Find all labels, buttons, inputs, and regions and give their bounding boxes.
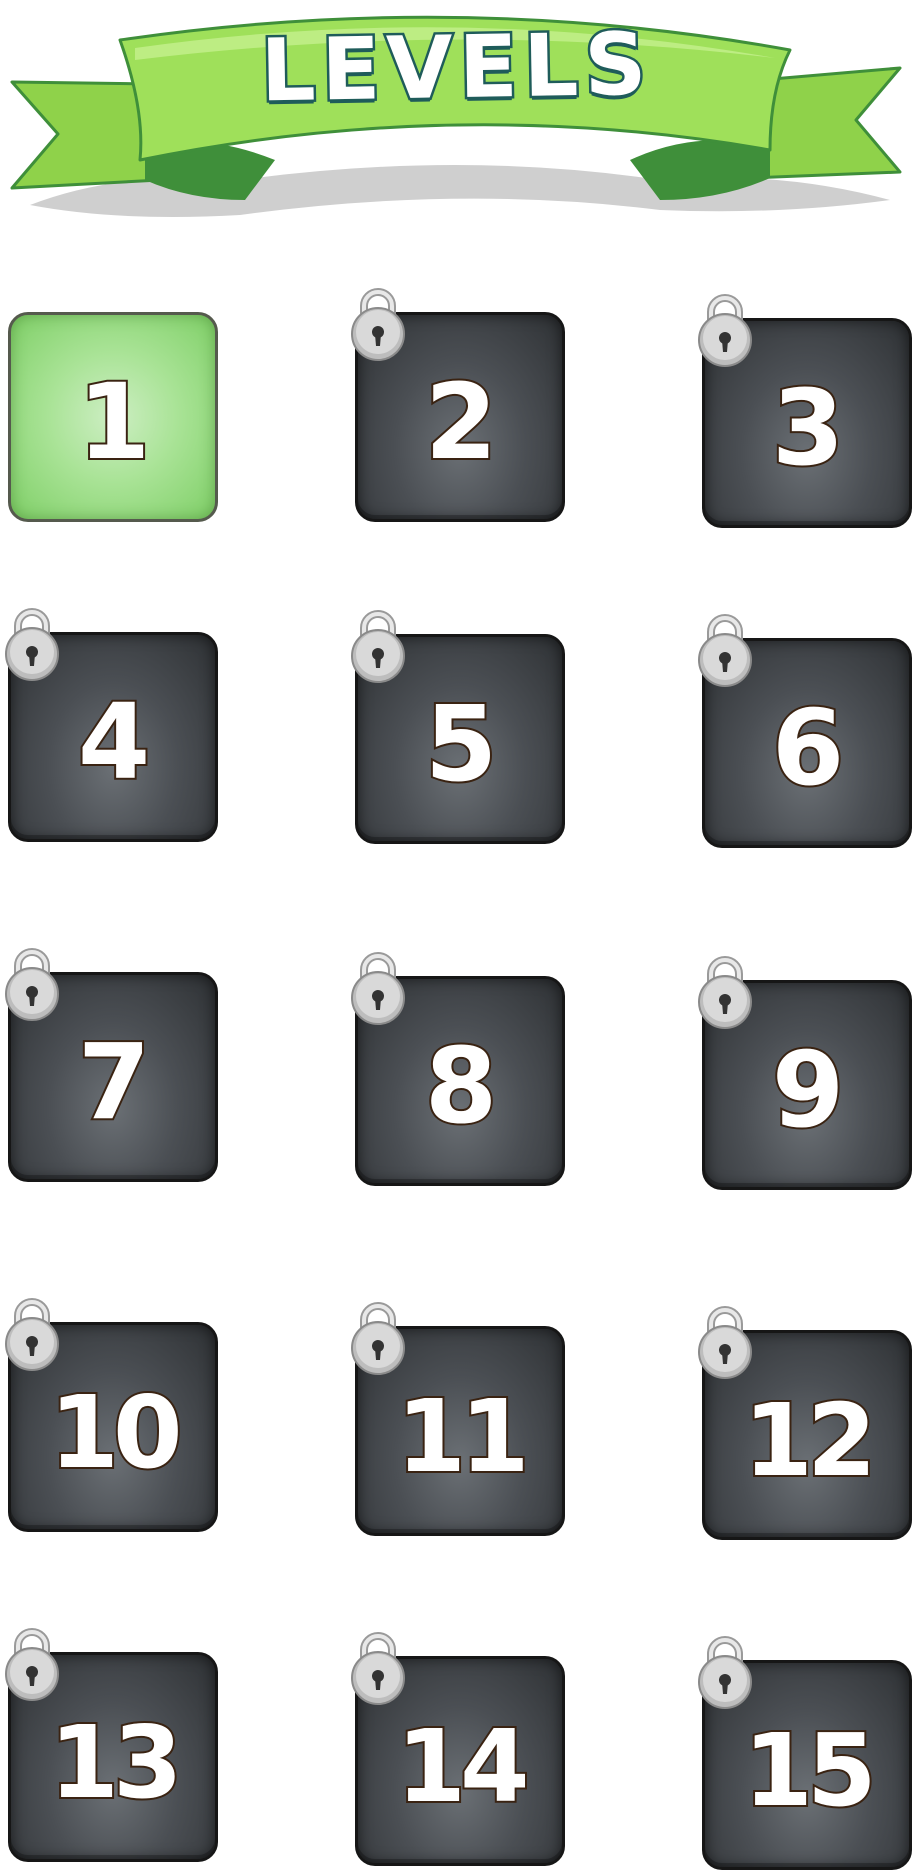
padlock-icon: [5, 948, 59, 1021]
level-grid: 1 2 3 4 5 6 7 8 9 10 11 12 13 14 15: [0, 0, 913, 1870]
padlock-icon: [5, 608, 59, 681]
level-number: 1: [76, 359, 152, 485]
padlock-icon: [5, 1628, 59, 1701]
padlock-icon: [698, 1636, 752, 1709]
padlock-icon: [5, 1298, 59, 1371]
padlock-icon: [351, 1632, 405, 1705]
padlock-icon: [698, 294, 752, 367]
level-1-tile[interactable]: 1: [8, 312, 218, 522]
padlock-icon: [351, 288, 405, 361]
padlock-icon: [698, 614, 752, 687]
padlock-icon: [698, 1306, 752, 1379]
padlock-icon: [351, 952, 405, 1025]
padlock-icon: [351, 610, 405, 683]
padlock-icon: [351, 1302, 405, 1375]
padlock-icon: [698, 956, 752, 1029]
